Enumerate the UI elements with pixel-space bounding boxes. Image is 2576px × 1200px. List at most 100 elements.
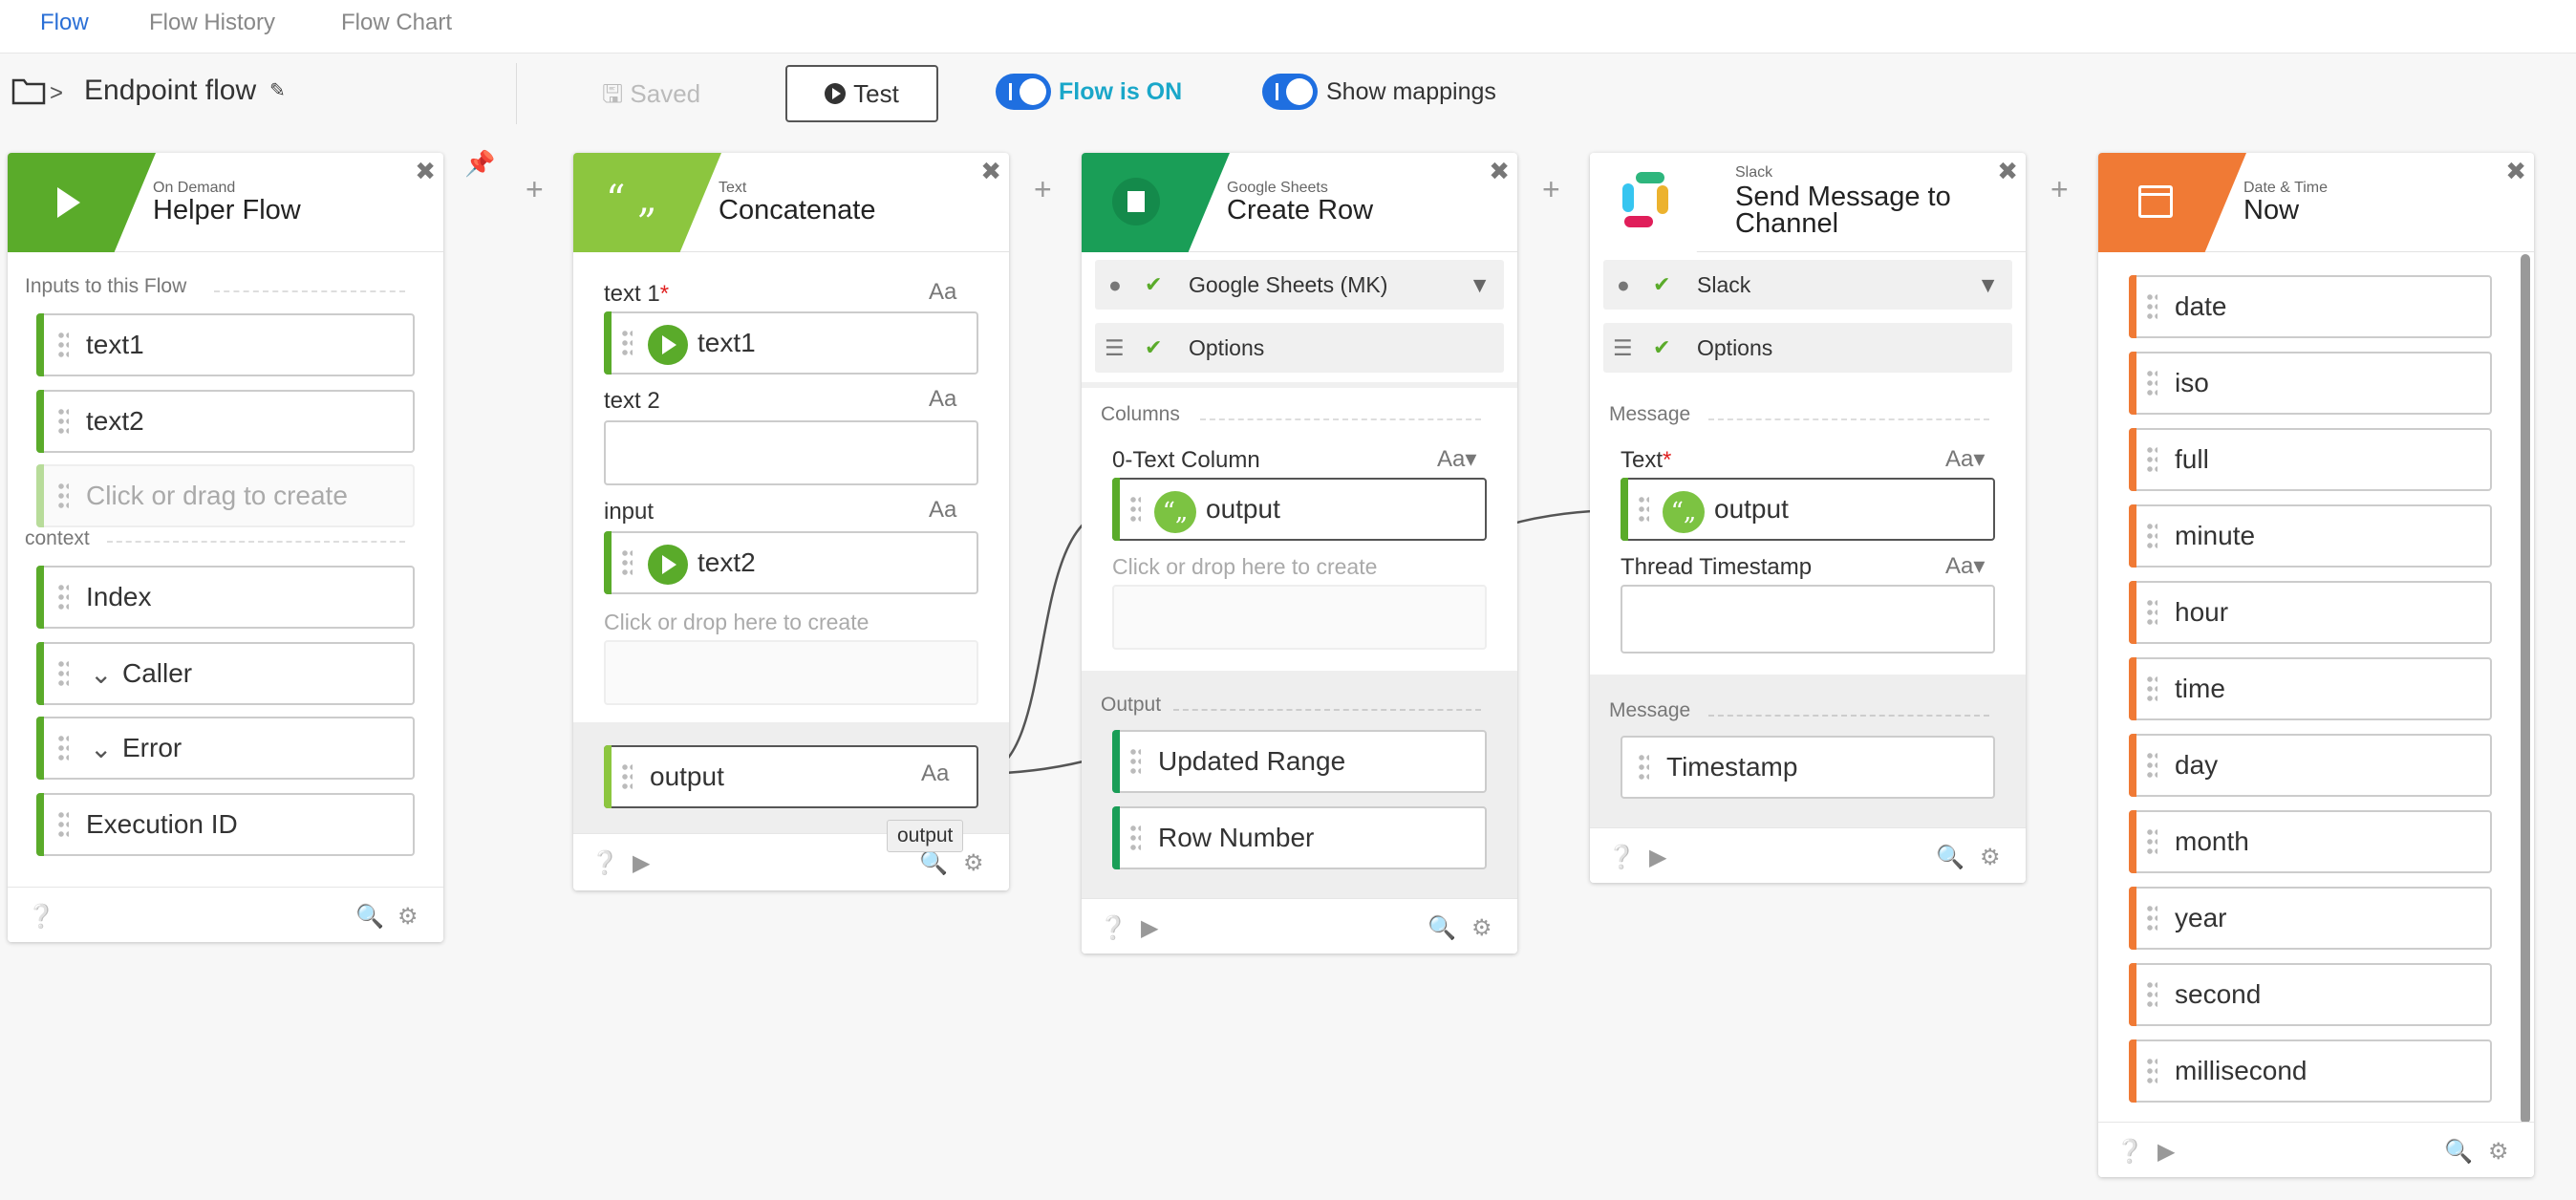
gear-icon[interactable]: ⚙ xyxy=(2488,1138,2509,1166)
field-label: input xyxy=(604,499,655,525)
output-label: month xyxy=(2175,826,2249,856)
field-label: text 2 xyxy=(604,388,660,414)
thread-timestamp-input[interactable] xyxy=(1621,585,1995,654)
output-label: minute xyxy=(2175,521,2256,550)
output-item[interactable]: minute xyxy=(2129,504,2492,568)
close-icon[interactable]: ✖ xyxy=(1489,157,1510,186)
input-item[interactable]: text2 xyxy=(36,390,415,453)
output-item[interactable]: month xyxy=(2129,810,2492,873)
output-item[interactable]: Timestamp xyxy=(1621,736,1995,799)
slack-icon xyxy=(1590,153,1738,252)
chevron-down-icon: ⌄ xyxy=(90,658,113,689)
help-icon[interactable]: ❔ xyxy=(2115,1138,2144,1166)
search-icon[interactable]: 🔍 xyxy=(919,849,948,877)
context-item[interactable]: ⌄ Error xyxy=(36,717,415,780)
play-icon xyxy=(8,153,156,252)
help-icon[interactable]: ❔ xyxy=(1607,844,1636,871)
column-mapping[interactable]: “„ output xyxy=(1112,478,1487,541)
search-icon[interactable]: 🔍 xyxy=(1428,914,1456,942)
output-item[interactable]: millisecond xyxy=(2129,1039,2492,1103)
search-icon[interactable]: 🔍 xyxy=(1936,844,1964,871)
context-item[interactable]: ⌄ Caller xyxy=(36,642,415,705)
sliders-icon: ☰ xyxy=(1613,334,1633,360)
close-icon[interactable]: ✖ xyxy=(415,157,436,186)
play-icon[interactable]: ▶ xyxy=(1141,914,1158,942)
output-item[interactable]: hour xyxy=(2129,581,2492,644)
type-selector[interactable]: Aa▾ xyxy=(1945,552,1985,580)
field-label: Text* xyxy=(1621,447,1672,473)
pin-icon[interactable]: 📌 xyxy=(464,149,495,179)
output-label: time xyxy=(2175,674,2225,703)
text-mapping[interactable]: “„ output xyxy=(1621,478,1995,541)
play-icon[interactable]: ▶ xyxy=(1649,844,1666,871)
close-icon[interactable]: ✖ xyxy=(1997,157,2018,186)
scrollbar[interactable] xyxy=(2521,254,2530,1124)
card-title: Helper Flow xyxy=(153,195,301,225)
options-row[interactable]: ☰ ✔ Options xyxy=(1603,323,2012,373)
add-step-button[interactable]: + xyxy=(526,172,544,207)
gear-icon[interactable]: ⚙ xyxy=(1471,914,1492,942)
add-step-button[interactable]: + xyxy=(1034,172,1052,207)
drop-zone[interactable] xyxy=(1112,585,1487,650)
help-icon[interactable]: ❔ xyxy=(27,903,55,931)
section-label: Columns xyxy=(1101,403,1180,425)
card-title-line2: Channel xyxy=(1735,208,1839,239)
quote-icon: “ „ xyxy=(573,153,721,252)
user-icon: ● xyxy=(1108,271,1122,297)
create-input-placeholder[interactable]: Click or drag to create xyxy=(36,464,415,527)
output-item[interactable]: Row Number xyxy=(1112,806,1487,869)
chevron-down-icon: ▼ xyxy=(1469,271,1491,297)
options-row[interactable]: ☰ ✔ Options xyxy=(1095,323,1504,373)
text1-mapping[interactable]: text1 xyxy=(604,311,978,375)
output-item[interactable]: iso xyxy=(2129,352,2492,415)
text2-input[interactable] xyxy=(604,420,978,485)
output-item[interactable]: date xyxy=(2129,275,2492,338)
add-step-button[interactable]: + xyxy=(2050,172,2069,207)
close-icon[interactable]: ✖ xyxy=(2505,157,2526,186)
type-selector[interactable]: Aa xyxy=(929,279,956,306)
context-item[interactable]: Index xyxy=(36,566,415,629)
connection-select[interactable]: ● ✔ Slack ▼ xyxy=(1603,260,2012,310)
input-item[interactable]: text1 xyxy=(36,313,415,376)
output-item[interactable]: day xyxy=(2129,734,2492,797)
play-icon[interactable]: ▶ xyxy=(2157,1138,2175,1166)
section-label: Output xyxy=(1101,694,1162,716)
search-icon[interactable]: 🔍 xyxy=(2444,1138,2473,1166)
sheets-icon xyxy=(1082,153,1230,252)
card-title: Send Message to xyxy=(1735,182,1951,212)
output-label: date xyxy=(2175,291,2227,321)
drop-zone[interactable] xyxy=(604,640,978,705)
output-tooltip: output xyxy=(887,820,964,852)
user-icon: ● xyxy=(1617,271,1630,297)
play-icon[interactable]: ▶ xyxy=(633,849,650,877)
output-item[interactable]: time xyxy=(2129,657,2492,720)
help-icon[interactable]: ❔ xyxy=(1099,914,1127,942)
output-item[interactable]: second xyxy=(2129,963,2492,1026)
card-slack: Slack Send Message to Channel ✖ ● ✔ Slack ▼… xyxy=(1590,153,2026,883)
search-icon[interactable]: 🔍 xyxy=(355,903,384,931)
context-item[interactable]: Execution ID xyxy=(36,793,415,856)
gear-icon[interactable]: ⚙ xyxy=(397,903,419,931)
output-item[interactable]: year xyxy=(2129,887,2492,950)
type-selector[interactable]: Aa xyxy=(929,497,956,524)
gear-icon[interactable]: ⚙ xyxy=(1980,844,2001,871)
output-item[interactable]: Updated Range xyxy=(1112,730,1487,793)
output-label: day xyxy=(2175,750,2219,780)
card-helper-flow: On Demand Helper Flow ✖ Inputs to this F… xyxy=(8,153,443,942)
type-selector[interactable]: Aa xyxy=(929,386,956,413)
card-title: Now xyxy=(2243,195,2300,225)
output-item[interactable]: output Aa xyxy=(604,745,978,808)
gear-icon[interactable]: ⚙ xyxy=(963,849,984,877)
output-item[interactable]: full xyxy=(2129,428,2492,491)
input-mapping[interactable]: text2 xyxy=(604,531,978,594)
help-icon[interactable]: ❔ xyxy=(590,849,619,877)
section-label: context xyxy=(25,527,90,549)
type-selector[interactable]: Aa▾ xyxy=(1437,445,1476,473)
add-step-button[interactable]: + xyxy=(1542,172,1560,207)
close-icon[interactable]: ✖ xyxy=(980,157,1001,186)
play-icon xyxy=(648,545,688,585)
connection-select[interactable]: ● ✔ Google Sheets (MK) ▼ xyxy=(1095,260,1504,310)
section-label: Message xyxy=(1609,699,1691,721)
type-selector[interactable]: Aa▾ xyxy=(1945,445,1985,473)
card-title: Concatenate xyxy=(719,195,876,225)
